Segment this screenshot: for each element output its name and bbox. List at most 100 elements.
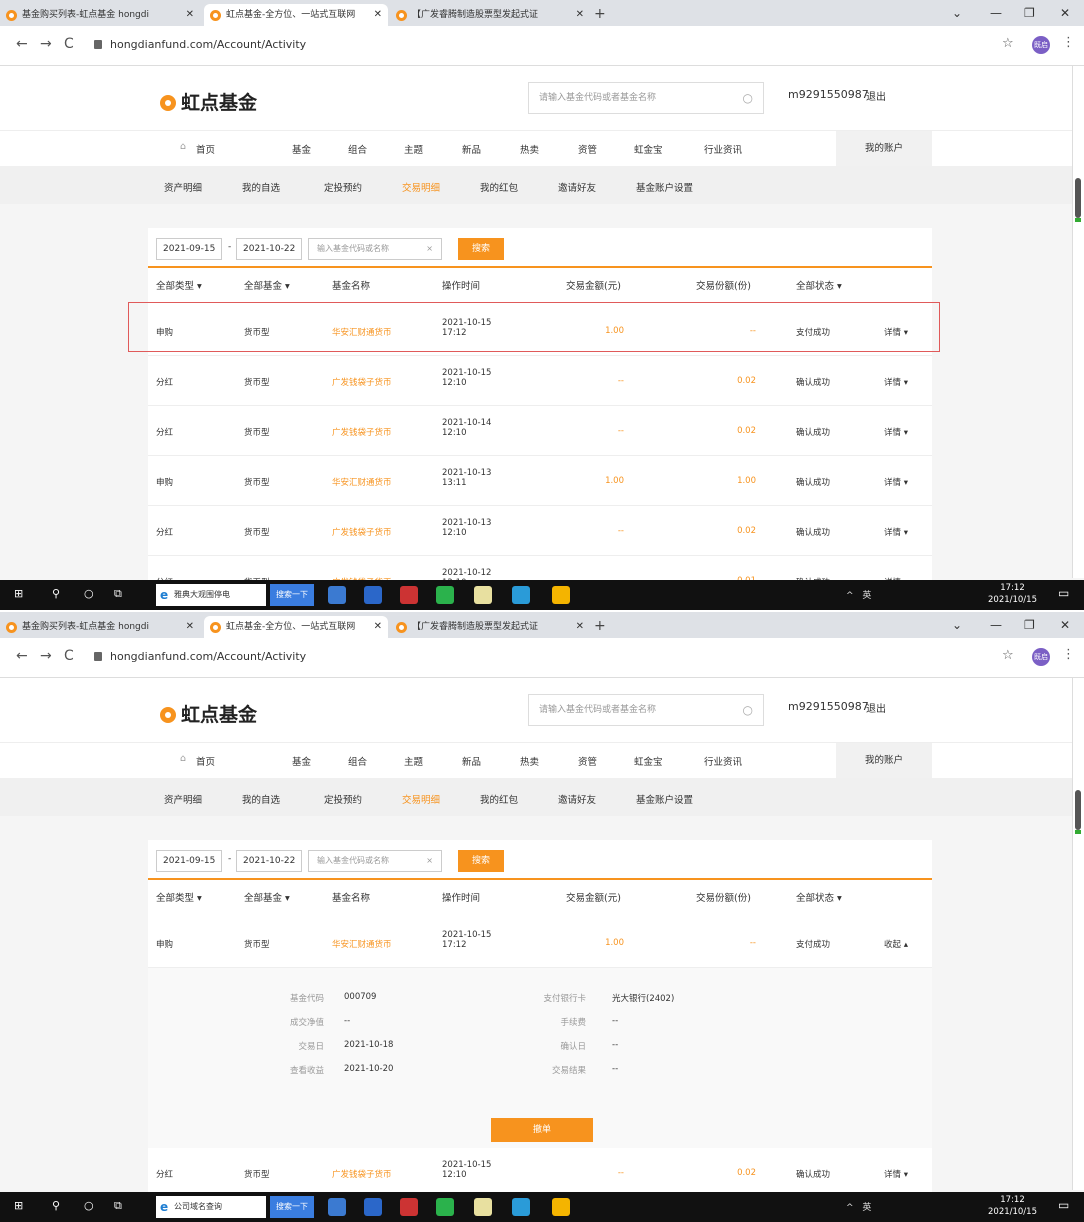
- menu-kebab-icon[interactable]: ⋮: [1062, 647, 1075, 662]
- nav-item[interactable]: 行业资讯: [704, 754, 742, 768]
- reload-icon[interactable]: C: [64, 648, 74, 664]
- close-tab-icon[interactable]: ✕: [186, 4, 194, 26]
- security-icon[interactable]: [400, 1198, 418, 1216]
- detail-toggle[interactable]: 详情 ▾: [884, 526, 908, 538]
- windows-start-icon[interactable]: ⊞: [14, 587, 23, 600]
- detail-toggle[interactable]: 详情 ▾: [884, 376, 908, 388]
- cancel-order-button[interactable]: 撤单: [491, 1118, 593, 1142]
- nav-item[interactable]: 首页: [196, 754, 215, 768]
- wps-icon[interactable]: [474, 1198, 492, 1216]
- search-app-icon[interactable]: [512, 1198, 530, 1216]
- search-button[interactable]: 搜索: [458, 850, 504, 872]
- back-icon[interactable]: ←: [16, 36, 28, 52]
- nav-item[interactable]: 首页: [196, 142, 215, 156]
- search-icon[interactable]: ⚲: [52, 587, 60, 600]
- ie-search-box[interactable]: 雅典大观围停电: [156, 584, 266, 606]
- minimize-icon[interactable]: —: [990, 616, 1002, 634]
- nav-item[interactable]: 组合: [348, 754, 367, 768]
- start-date-input[interactable]: 2021-09-15: [156, 850, 223, 872]
- site-logo[interactable]: 虹点基金: [160, 88, 257, 115]
- scrollbar-thumb[interactable]: [1075, 790, 1081, 830]
- close-window-icon[interactable]: ✕: [1060, 616, 1070, 634]
- minimize-icon[interactable]: —: [990, 4, 1002, 22]
- address-bar[interactable]: hongdianfund.com/Account/Activity: [94, 644, 974, 670]
- nav-item[interactable]: 资管: [578, 754, 597, 768]
- app-icon[interactable]: [328, 586, 346, 604]
- subnav-item[interactable]: 邀请好友: [558, 792, 596, 806]
- chevron-down-icon[interactable]: ⌄: [952, 4, 962, 22]
- column-header[interactable]: 全部基金 ▾: [244, 278, 290, 292]
- address-bar[interactable]: hongdianfund.com/Account/Activity: [94, 32, 974, 58]
- forward-icon[interactable]: →: [40, 648, 52, 664]
- subnav-item[interactable]: 我的红包: [480, 180, 518, 194]
- subnav-item[interactable]: 交易明细: [402, 792, 440, 806]
- subnav-item[interactable]: 资产明细: [164, 180, 202, 194]
- page-scrollbar[interactable]: [1072, 66, 1084, 578]
- nav-item[interactable]: 基金: [292, 142, 311, 156]
- subnav-item[interactable]: 定投预约: [324, 792, 362, 806]
- close-tab-icon[interactable]: ✕: [576, 616, 584, 638]
- column-header[interactable]: 全部基金 ▾: [244, 890, 290, 904]
- subnav-item[interactable]: 基金账户设置: [636, 792, 693, 806]
- search-icon[interactable]: ⚲: [52, 1199, 60, 1212]
- nav-item[interactable]: 行业资讯: [704, 142, 742, 156]
- forward-icon[interactable]: →: [40, 36, 52, 52]
- subnav-item[interactable]: 定投预约: [324, 180, 362, 194]
- detail-toggle[interactable]: 收起 ▴: [884, 938, 908, 950]
- nav-item[interactable]: 新品: [462, 142, 481, 156]
- subnav-item[interactable]: 我的自选: [242, 792, 280, 806]
- search-app-icon[interactable]: [512, 586, 530, 604]
- cell-fund-name[interactable]: 广发钱袋子货币: [332, 1168, 392, 1180]
- nav-item[interactable]: 主题: [404, 142, 423, 156]
- fund-filter-input[interactable]: 输入基金代码或名称 ×: [308, 238, 442, 260]
- close-tab-icon[interactable]: ✕: [374, 4, 382, 26]
- nav-item[interactable]: 组合: [348, 142, 367, 156]
- browser-tab[interactable]: 虹点基金-全方位、一站式互联网 ✕: [204, 616, 388, 638]
- nav-item[interactable]: 资管: [578, 142, 597, 156]
- logout-link[interactable]: 退出: [866, 88, 886, 103]
- wechat-icon[interactable]: [436, 586, 454, 604]
- clear-icon[interactable]: ×: [426, 851, 433, 871]
- cortana-icon[interactable]: ○: [84, 1199, 94, 1212]
- subnav-item[interactable]: 邀请好友: [558, 180, 596, 194]
- browser-tab[interactable]: 基金购买列表-虹点基金 hongdi ✕: [0, 4, 200, 26]
- nav-item-my-account[interactable]: 我的账户: [836, 743, 932, 779]
- nav-item[interactable]: 虹金宝: [634, 754, 663, 768]
- scrollbar-thumb[interactable]: [1075, 178, 1081, 218]
- fund-search-input[interactable]: 请输入基金代码或者基金名称 ○: [528, 694, 764, 726]
- system-tray[interactable]: ^ 英: [846, 588, 874, 601]
- clear-icon[interactable]: ×: [426, 239, 433, 259]
- bookmark-star-icon[interactable]: ☆: [1002, 36, 1014, 51]
- subnav-item[interactable]: 我的红包: [480, 792, 518, 806]
- chevron-down-icon[interactable]: ⌄: [952, 616, 962, 634]
- wechat-icon[interactable]: [436, 1198, 454, 1216]
- cell-fund-name[interactable]: 华安汇财通货币: [332, 476, 392, 488]
- detail-toggle[interactable]: 详情 ▾: [884, 476, 908, 488]
- detail-toggle[interactable]: 详情 ▾: [884, 426, 908, 438]
- close-tab-icon[interactable]: ✕: [374, 616, 382, 638]
- file-explorer-icon[interactable]: [364, 586, 382, 604]
- username[interactable]: m9291550987: [788, 88, 869, 101]
- end-date-input[interactable]: 2021-10-22: [236, 238, 303, 260]
- column-header[interactable]: 全部类型 ▾: [156, 278, 202, 292]
- back-icon[interactable]: ←: [16, 648, 28, 664]
- chrome-icon[interactable]: [552, 586, 570, 604]
- subnav-item[interactable]: 资产明细: [164, 792, 202, 806]
- wps-icon[interactable]: [474, 586, 492, 604]
- cell-fund-name[interactable]: 广发钱袋子货币: [332, 426, 392, 438]
- task-view-icon[interactable]: ⧉: [114, 1199, 122, 1213]
- detail-toggle[interactable]: 详情 ▾: [884, 1168, 908, 1180]
- security-icon[interactable]: [400, 586, 418, 604]
- subnav-item[interactable]: 我的自选: [242, 180, 280, 194]
- logout-link[interactable]: 退出: [866, 700, 886, 715]
- bookmark-star-icon[interactable]: ☆: [1002, 648, 1014, 663]
- column-header[interactable]: 全部状态 ▾: [796, 890, 842, 904]
- column-header[interactable]: 全部状态 ▾: [796, 278, 842, 292]
- taskbar-clock[interactable]: 17:12 2021/10/15: [988, 582, 1037, 606]
- fund-search-input[interactable]: 请输入基金代码或者基金名称 ○: [528, 82, 764, 114]
- subnav-item[interactable]: 基金账户设置: [636, 180, 693, 194]
- close-window-icon[interactable]: ✕: [1060, 4, 1070, 22]
- restore-icon[interactable]: ❐: [1024, 616, 1035, 634]
- search-go-button[interactable]: 搜索一下: [270, 584, 314, 606]
- browser-tab[interactable]: 基金购买列表-虹点基金 hongdi ✕: [0, 616, 200, 638]
